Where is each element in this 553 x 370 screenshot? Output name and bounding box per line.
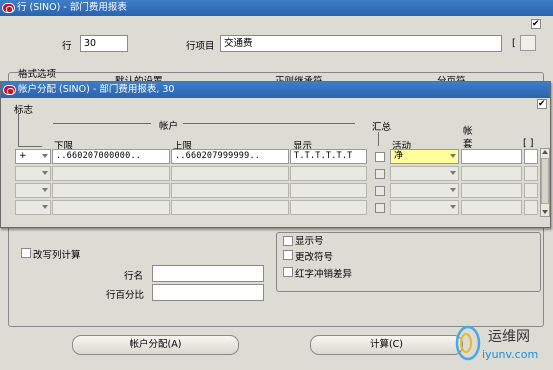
row-percent-field[interactable] <box>152 284 264 301</box>
chevron-down-icon <box>450 205 456 209</box>
ledger-set-field[interactable] <box>461 166 522 181</box>
summary-checkbox[interactable] <box>375 152 385 162</box>
row-number-field[interactable]: 30 <box>80 35 128 52</box>
account-assign-dialog: 帐户分配 (SINO) - 部门费用报表, 30 标志 帐户 下限 上限 显示 … <box>0 81 551 228</box>
row-item-label: 行项目 <box>186 41 215 52</box>
chevron-down-icon <box>450 154 456 158</box>
low-account-field[interactable] <box>52 200 170 215</box>
red-reverse-label: 红字冲销差异 <box>295 269 353 280</box>
dialog-oracle-icon <box>3 85 16 95</box>
summary-checkbox[interactable] <box>375 203 385 213</box>
sign-select[interactable] <box>15 183 51 198</box>
bracket-column-header: [ ] <box>523 138 534 149</box>
rewrite-calc-checkbox[interactable] <box>21 248 31 258</box>
rewrite-calc-label: 改写列计算 <box>33 250 81 261</box>
show-label: 显示号 <box>295 236 324 247</box>
flag-line <box>18 113 19 146</box>
red-reverse-checkbox[interactable] <box>283 267 293 277</box>
summary-column-header: 汇总 <box>372 122 392 133</box>
sign-select[interactable]: + <box>15 149 51 164</box>
ledger-set-field[interactable] <box>461 183 522 198</box>
activity-select[interactable] <box>390 183 459 198</box>
flag-label: 标志 <box>14 105 34 116</box>
watermark: 运维网 iyunv.com <box>452 318 552 368</box>
change-sign-label: 更改符号 <box>295 252 334 263</box>
display-field[interactable]: T.T.T.T.T.T <box>290 149 367 164</box>
main-titlebar[interactable]: 行 (SINO) - 部门费用报表 <box>0 0 553 16</box>
ledger-set-field[interactable] <box>461 200 522 215</box>
activity-select[interactable] <box>390 166 459 181</box>
oracle-icon <box>2 3 15 13</box>
main-window-title: 行 (SINO) - 部门费用报表 <box>17 2 127 13</box>
window-check[interactable] <box>531 19 541 29</box>
watermark-logo-icon <box>455 325 481 361</box>
scroll-thumb[interactable] <box>541 158 549 204</box>
ledger-set-field[interactable] <box>461 149 522 164</box>
activity-value: 净 <box>394 151 404 161</box>
account-assign-button[interactable]: 帐户分配(A) <box>72 335 239 355</box>
sign-value: + <box>19 151 27 161</box>
account-group-label: 帐户 <box>159 121 179 132</box>
set-column-header-1: 帐 <box>463 126 473 137</box>
vertical-scrollbar[interactable] <box>540 148 550 217</box>
watermark-brand: 运维网 <box>488 329 530 345</box>
sign-select[interactable] <box>15 200 51 215</box>
dialog-title: 帐户分配 (SINO) - 部门费用报表, 30 <box>18 84 175 95</box>
set-column-header-2: 套 <box>463 139 473 150</box>
row-dff-field[interactable] <box>524 149 538 164</box>
high-account-field[interactable]: ..660207999999.. <box>171 149 289 164</box>
bracket-label: [ <box>512 38 516 49</box>
dialog-titlebar[interactable]: 帐户分配 (SINO) - 部门费用报表, 30 <box>1 82 550 98</box>
high-account-field[interactable] <box>171 200 289 215</box>
high-account-field[interactable] <box>171 166 289 181</box>
flag-line-h <box>18 146 42 147</box>
chevron-down-icon <box>450 188 456 192</box>
summary-checkbox[interactable] <box>375 186 385 196</box>
activity-select[interactable] <box>390 200 459 215</box>
watermark-url: iyunv.com <box>482 348 539 361</box>
display-field[interactable] <box>290 200 367 215</box>
show-checkbox[interactable] <box>283 236 293 246</box>
scroll-down-arrow[interactable] <box>542 210 548 214</box>
sign-select[interactable] <box>15 166 51 181</box>
row-dff-field[interactable] <box>524 166 538 181</box>
row-item-field[interactable]: 交通费 <box>220 35 502 52</box>
summary-checkbox[interactable] <box>375 169 385 179</box>
account-group-line-left <box>53 123 151 124</box>
summary-line <box>378 132 379 146</box>
row-label: 行 <box>62 41 72 52</box>
chevron-down-icon <box>450 171 456 175</box>
row-percent-label: 行百分比 <box>106 290 145 301</box>
chevron-down-icon <box>42 154 48 158</box>
row-dff-field[interactable] <box>524 183 538 198</box>
calc-button[interactable]: 计算(C) <box>310 335 463 355</box>
chevron-down-icon <box>42 188 48 192</box>
chevron-down-icon <box>42 171 48 175</box>
row-item-dff-button[interactable] <box>520 35 536 51</box>
row-name-field[interactable] <box>152 265 264 282</box>
low-account-field[interactable] <box>52 183 170 198</box>
dialog-check[interactable] <box>537 99 547 109</box>
activity-select[interactable]: 净 <box>390 149 459 164</box>
high-account-field[interactable] <box>171 183 289 198</box>
chevron-down-icon <box>42 205 48 209</box>
change-sign-checkbox[interactable] <box>283 250 293 260</box>
scroll-up-arrow[interactable] <box>542 150 548 154</box>
display-field[interactable] <box>290 166 367 181</box>
low-account-field[interactable] <box>52 166 170 181</box>
row-dff-field[interactable] <box>524 200 538 215</box>
display-field[interactable] <box>290 183 367 198</box>
low-account-field[interactable]: ..660207000000.. <box>52 149 170 164</box>
row-name-label: 行名 <box>124 271 144 282</box>
account-group-line-right <box>183 123 355 124</box>
